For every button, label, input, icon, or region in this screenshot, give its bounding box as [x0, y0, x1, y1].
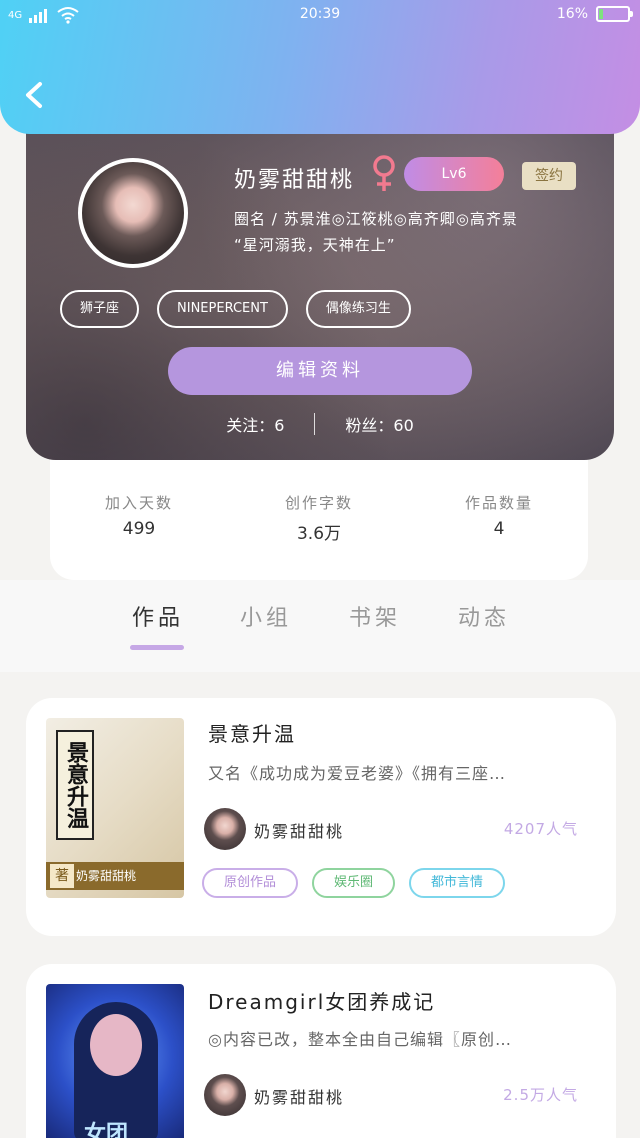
- work-card[interactable]: 女团 Dreamgirl女团养成记 ◎内容已改，整本全由自己编辑〖原创… 奶雾甜…: [26, 964, 616, 1138]
- book-cover[interactable]: 景意升温 奶雾甜甜桃 著: [46, 718, 184, 898]
- tab-groups[interactable]: 小组: [240, 600, 292, 632]
- work-tags: 原创作品 娱乐圈 都市言情: [202, 868, 506, 898]
- female-gender-icon: [373, 155, 395, 191]
- profile-tag[interactable]: 偶像练习生: [305, 290, 411, 328]
- following-count: 6: [274, 416, 285, 435]
- profile-card: 奶雾甜甜桃 Lv6 签约 圈名 / 苏景淮◎江筱桃◎高齐卿◎高齐景 “星河溺我，…: [26, 110, 614, 460]
- work-title[interactable]: 景意升温: [208, 718, 296, 747]
- tab-feed[interactable]: 动态: [458, 600, 510, 632]
- follow-stats: 关注：6 粉丝：60: [26, 412, 614, 436]
- level-badge: Lv6: [404, 157, 504, 191]
- work-tag[interactable]: 原创作品: [202, 868, 299, 898]
- stat-word-count: 创作字数 3.6万: [244, 492, 394, 544]
- cover-title: 景意升温: [56, 730, 94, 840]
- stat-value: 499: [122, 519, 156, 539]
- fans-count: 60: [393, 416, 414, 435]
- status-right: 16%: [556, 6, 633, 22]
- popularity-count: 4207人气: [503, 820, 578, 838]
- following-stat[interactable]: 关注：6: [226, 412, 284, 436]
- work-description: ◎内容已改，整本全由自己编辑〖原创…: [208, 1030, 512, 1049]
- profile-name: 奶雾甜甜桃: [234, 168, 355, 193]
- status-time: 20:39: [299, 6, 341, 22]
- author-name[interactable]: 奶雾甜甜桃: [254, 1084, 344, 1108]
- tab-bar: 作品 小组 书架 动态: [0, 580, 640, 672]
- profile-tag[interactable]: NINEPERCENT: [157, 290, 288, 328]
- profile-bio-line2: “星河溺我，天神在上”: [234, 236, 396, 254]
- battery-icon: [596, 6, 633, 22]
- work-tag[interactable]: 都市言情: [409, 868, 506, 898]
- author-avatar[interactable]: [204, 808, 246, 850]
- back-arrow-icon[interactable]: [22, 80, 46, 110]
- cover-title: 女团: [84, 1122, 129, 1138]
- status-bar: 4G 20:39 16%: [0, 0, 640, 30]
- battery-percent: 16%: [556, 6, 588, 22]
- battery-fill: [599, 9, 603, 19]
- cover-mark: 著: [50, 864, 74, 888]
- fans-label: 粉丝：: [345, 416, 394, 435]
- tab-bar-background: 作品 小组 书架 动态: [0, 580, 640, 672]
- stat-label: 加入天数: [104, 494, 173, 512]
- profile-tag[interactable]: 狮子座: [60, 290, 140, 328]
- signed-badge: 签约: [522, 162, 576, 190]
- author-avatar[interactable]: [204, 1074, 246, 1116]
- profile-avatar[interactable]: [78, 158, 188, 268]
- stats-card: 加入天数 499 创作字数 3.6万 作品数量 4: [50, 440, 588, 580]
- stat-work-count: 作品数量 4: [424, 492, 574, 539]
- follow-divider: [314, 413, 316, 435]
- stat-label: 创作字数: [284, 494, 353, 512]
- profile-tags: 狮子座 NINEPERCENT 偶像练习生: [60, 290, 411, 328]
- stat-value: 3.6万: [296, 524, 342, 544]
- stat-label: 作品数量: [464, 494, 533, 512]
- work-card[interactable]: 景意升温 奶雾甜甜桃 著 景意升温 又名《成功成为爱豆老婆》《拥有三座… 奶雾甜…: [26, 698, 616, 936]
- book-cover[interactable]: 女团: [46, 984, 184, 1138]
- tab-bookshelf[interactable]: 书架: [349, 600, 401, 632]
- tab-active-indicator: [130, 645, 184, 650]
- author-name[interactable]: 奶雾甜甜桃: [254, 818, 344, 842]
- tab-works[interactable]: 作品: [132, 600, 184, 632]
- work-title[interactable]: Dreamgirl女团养成记: [208, 986, 435, 1015]
- following-label: 关注：: [226, 416, 275, 435]
- edit-profile-button[interactable]: 编辑资料: [168, 347, 472, 395]
- stat-value: 4: [493, 519, 505, 539]
- profile-bio-line1: 圈名 / 苏景淮◎江筱桃◎高齐卿◎高齐景: [234, 210, 518, 228]
- popularity-count: 2.5万人气: [503, 1086, 578, 1104]
- work-tag[interactable]: 娱乐圈: [312, 868, 396, 898]
- work-description: 又名《成功成为爱豆老婆》《拥有三座…: [208, 764, 507, 783]
- cover-face: [90, 1014, 142, 1076]
- fans-stat[interactable]: 粉丝：60: [345, 412, 413, 436]
- stat-join-days: 加入天数 499: [64, 492, 214, 539]
